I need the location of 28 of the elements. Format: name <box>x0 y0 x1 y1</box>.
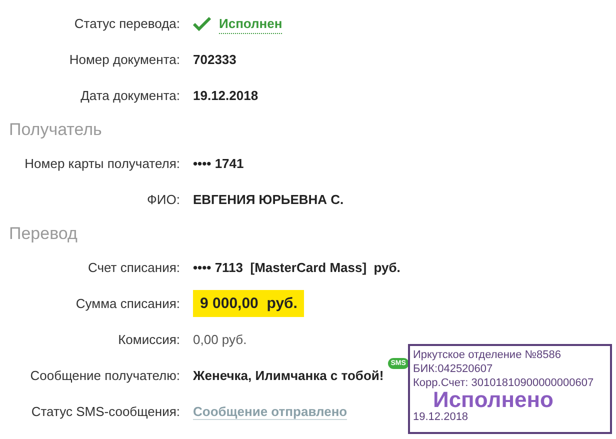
stamp-date: 19.12.2018 <box>413 410 470 424</box>
field-label: Статус SMS-сообщения: <box>31 403 180 422</box>
field-value: 19.12.2018 <box>193 88 258 104</box>
field-value: 0,00 руб. <box>193 332 247 348</box>
field-label: Комиссия: <box>118 331 180 350</box>
section-title: Перевод <box>8 223 78 246</box>
field-label: Сумма списания: <box>76 295 180 314</box>
amount-value: 9 000,00 руб. <box>193 290 304 317</box>
stamp-status: Исполнено <box>433 390 554 410</box>
stamp-line: Корр.Счет: 30101810900000000607 <box>413 376 595 390</box>
field-value: •••• 1741 <box>193 156 244 172</box>
field-value: •••• 7113 [MasterCard Mass] руб. <box>193 260 400 276</box>
field-label: Сообщение получателю: <box>30 367 180 386</box>
stamp-line: БИК:042520607 <box>413 362 494 376</box>
stamp-line: Иркутское отделение №8586 <box>413 348 562 362</box>
checkmark-icon <box>193 16 211 32</box>
message-text: Женечка, Илимчанка с тобой! <box>193 367 384 386</box>
field-label: Дата документа: <box>80 87 180 106</box>
field-label: Номер карты получателя: <box>24 155 180 174</box>
status-link[interactable]: Исполнен <box>219 14 282 34</box>
field-value: 702333 <box>193 52 236 68</box>
field-label: ФИО: <box>147 191 180 210</box>
sms-status-link[interactable]: Сообщение отправлено <box>193 404 348 420</box>
field-value: ЕВГЕНИЯ ЮРЬЕВНА С. <box>193 192 344 208</box>
field-label: Статус перевода: <box>74 15 180 34</box>
section-title: Получатель <box>8 119 103 142</box>
field-label: Номер документа: <box>69 51 180 70</box>
field-label: Счет списания: <box>88 259 180 278</box>
